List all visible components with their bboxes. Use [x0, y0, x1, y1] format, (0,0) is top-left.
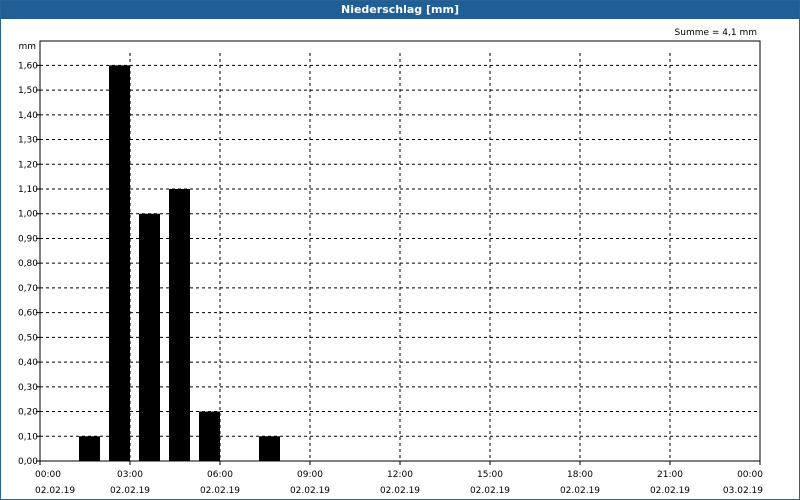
y-tick-label: 0,80	[18, 259, 38, 269]
x-tick-time-label: 03:00	[117, 470, 143, 480]
x-tick-time-label: 18:00	[567, 470, 593, 480]
y-tick-label: 0,00	[18, 457, 38, 467]
x-tick-labels: 00:00 02.02.19 03:00 02.02.19 06:00 02.02.19 0…	[35, 470, 763, 496]
precipitation-bar	[199, 411, 220, 461]
y-axis-unit-label: mm	[18, 42, 36, 52]
precipitation-bar	[259, 436, 280, 461]
x-tick-time-label: 00:00	[737, 470, 763, 480]
x-tick-date-label: 02.02.19	[110, 486, 150, 496]
y-tick-label: 0,30	[18, 383, 38, 393]
chart-window: Niederschlag [mm] Summe = 4,1 mm mm 0,00…	[0, 0, 800, 500]
precipitation-bar	[109, 65, 130, 461]
y-tick-label: 0,60	[18, 309, 38, 319]
y-tick-label: 0,10	[18, 432, 38, 442]
y-tick-label: 1,40	[18, 111, 38, 121]
x-tick-time-label: 06:00	[207, 470, 233, 480]
precipitation-bar	[169, 189, 190, 461]
precipitation-chart: Summe = 4,1 mm mm 0,000,100,200,300,400,…	[18, 28, 763, 496]
y-tick-label: 1,30	[18, 136, 38, 146]
y-tick-label: 0,70	[18, 284, 38, 294]
y-tick-label: 0,90	[18, 234, 38, 244]
x-tick-time-label: 00:00	[35, 470, 61, 480]
x-tick-date-label: 02.02.19	[380, 486, 420, 496]
precipitation-bar	[139, 213, 160, 461]
y-tick-label: 1,60	[18, 61, 38, 71]
y-tick-label: 1,00	[18, 210, 38, 220]
x-tick-date-label: 02.02.19	[290, 486, 330, 496]
x-tick-date-label: 02.02.19	[650, 486, 690, 496]
x-tick-date-label: 02.02.19	[560, 486, 600, 496]
precipitation-bar	[79, 436, 100, 461]
bars	[79, 65, 280, 461]
y-tick-label: 0,50	[18, 333, 38, 343]
x-tick-time-label: 12:00	[387, 470, 413, 480]
x-tick-time-label: 15:00	[477, 470, 503, 480]
y-tick-labels: 0,00 0,10 0,20 0,30 0,40 0,50 0,60 0,70 0,80 0,90…	[18, 61, 38, 467]
x-tick-date-label: 02.02.19	[35, 486, 75, 496]
x-tick-time-label: 09:00	[297, 470, 323, 480]
y-tick-label: 1,10	[18, 185, 38, 195]
y-tick-label: 1,50	[18, 86, 38, 96]
y-tick-label: 0,40	[18, 358, 38, 368]
y-tick-label: 1,20	[18, 160, 38, 170]
y-tick-label: 0,20	[18, 408, 38, 418]
x-tick-date-label: 03.02.19	[723, 486, 763, 496]
sum-annotation: Summe = 4,1 mm	[675, 28, 757, 38]
x-tick-time-label: 21:00	[657, 470, 683, 480]
x-tick-date-label: 02.02.19	[470, 486, 510, 496]
x-tick-date-label: 02.02.19	[200, 486, 240, 496]
